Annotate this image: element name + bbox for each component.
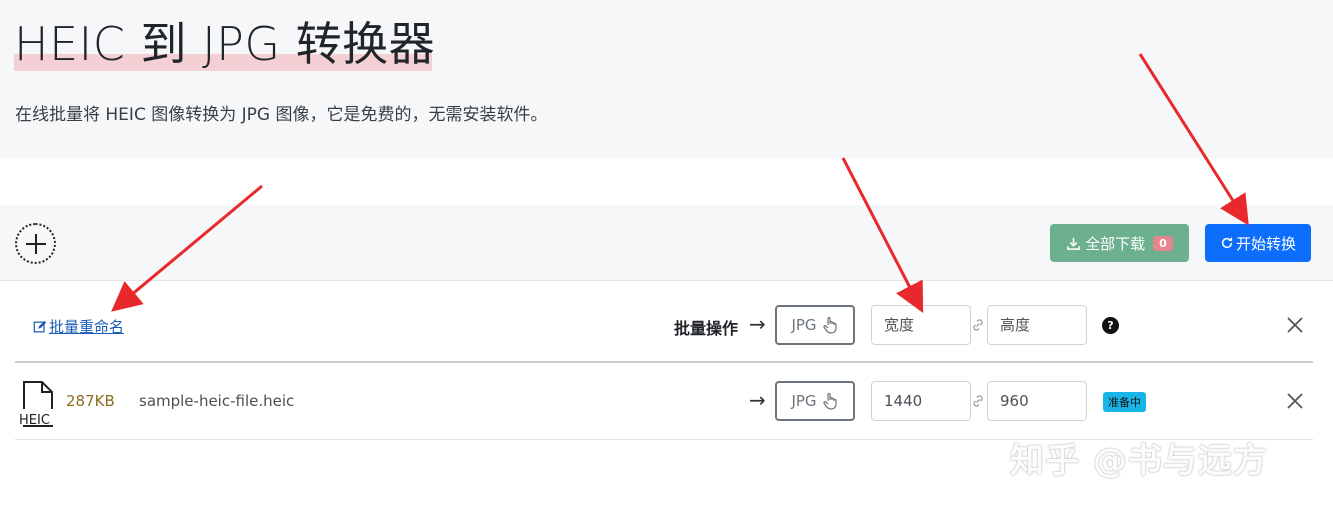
- batch-width-input[interactable]: [871, 305, 971, 345]
- add-file-button[interactable]: [15, 223, 56, 264]
- batch-format-button[interactable]: JPG: [775, 305, 855, 345]
- hero-section: HEIC 到 JPG 转换器 在线批量将 HEIC 图像转换为 JPG 图像，它…: [0, 0, 1333, 158]
- file-width-input[interactable]: [871, 381, 971, 421]
- file-format-label: JPG: [791, 392, 817, 410]
- start-convert-button[interactable]: 开始转换: [1205, 224, 1311, 262]
- file-height-input[interactable]: [987, 381, 1087, 421]
- refresh-icon: [1221, 237, 1233, 249]
- download-all-label: 全部下载: [1085, 234, 1146, 253]
- watermark: 知乎 @书与远方: [1010, 441, 1268, 481]
- download-icon: [1067, 237, 1081, 250]
- hand-pointer-icon: [822, 392, 837, 410]
- file-format-button[interactable]: JPG: [775, 381, 855, 421]
- edit-icon: [33, 320, 47, 332]
- plus-icon: [25, 233, 46, 254]
- file-type-label: HEIC: [19, 413, 50, 428]
- batch-rename-link[interactable]: 批量重命名: [33, 316, 124, 337]
- page-subtitle: 在线批量将 HEIC 图像转换为 JPG 图像，它是免费的，无需安装软件。: [15, 105, 548, 125]
- download-count-badge: 0: [1153, 235, 1173, 251]
- file-size: 287KB: [66, 392, 115, 410]
- arrow-right-icon: →: [749, 388, 766, 412]
- batch-rename-label: 批量重命名: [49, 318, 125, 336]
- link-icon: [973, 319, 983, 331]
- batch-format-label: JPG: [791, 316, 817, 334]
- divider: [15, 361, 1313, 363]
- start-convert-label: 开始转换: [1235, 234, 1296, 253]
- close-icon[interactable]: [1285, 315, 1305, 335]
- remove-file-icon[interactable]: [1285, 391, 1305, 411]
- hand-pointer-icon: [822, 316, 837, 334]
- heic-file-icon: HEIC: [18, 381, 56, 428]
- download-all-button[interactable]: 全部下载 0: [1050, 224, 1189, 262]
- batch-height-input[interactable]: [987, 305, 1087, 345]
- link-icon: [973, 395, 983, 407]
- help-icon[interactable]: ?: [1102, 317, 1119, 334]
- file-name: sample-heic-file.heic: [139, 392, 295, 410]
- status-badge: 准备中: [1103, 392, 1146, 412]
- batch-ops-label: 批量操作: [674, 319, 739, 338]
- page-title: HEIC 到 JPG 转换器: [14, 17, 436, 71]
- arrow-right-icon: →: [749, 312, 766, 336]
